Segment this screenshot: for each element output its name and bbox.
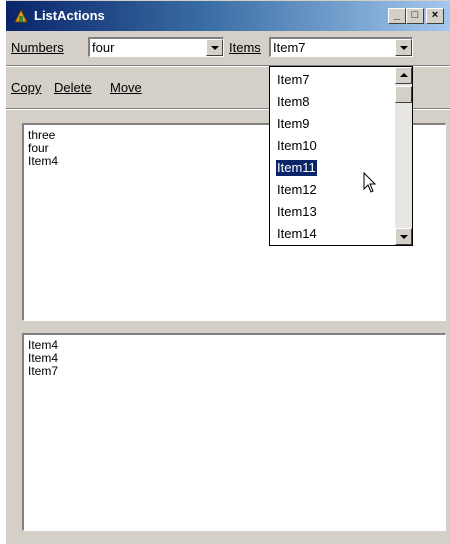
items-dropdown-list[interactable]: Item7 Item8 Item9 Item10 Item11 Item12 I… xyxy=(269,66,413,246)
items-label: Items xyxy=(229,40,261,55)
numbers-label-text: Numbers xyxy=(11,40,64,55)
list-item[interactable]: Item7 xyxy=(28,365,58,378)
dropdown-option-item12[interactable]: Item12 xyxy=(276,182,318,198)
app-icon xyxy=(14,8,28,23)
copy-button[interactable]: Copy xyxy=(11,80,41,95)
chevron-up-icon xyxy=(400,73,408,77)
bottom-listbox[interactable]: Item4 Item4 Item7 xyxy=(22,333,446,531)
chevron-down-icon xyxy=(400,46,408,50)
items-combobox-value: Item7 xyxy=(273,40,306,55)
delete-label: Delete xyxy=(54,80,92,95)
app-window: ListActions _ □ × Numbers four Items Ite… xyxy=(5,0,450,544)
dropdown-option-item9[interactable]: Item9 xyxy=(276,116,311,132)
items-combobox[interactable]: Item7 xyxy=(269,37,413,57)
numbers-combobox-value: four xyxy=(92,40,115,55)
dropdown-option-item14[interactable]: Item14 xyxy=(276,226,318,242)
numbers-label: Numbers xyxy=(11,40,64,55)
dropdown-option-item8[interactable]: Item8 xyxy=(276,94,311,110)
numbers-dropdown-button[interactable] xyxy=(206,39,223,56)
dropdown-option-item11[interactable]: Item11 xyxy=(275,159,318,177)
copy-label: Copy xyxy=(11,80,42,95)
window-title: ListActions xyxy=(34,8,105,23)
items-label-text: Items xyxy=(229,40,261,55)
close-button[interactable]: × xyxy=(426,8,444,24)
maximize-button[interactable]: □ xyxy=(406,8,424,24)
dropdown-option-item10[interactable]: Item10 xyxy=(276,138,318,154)
chevron-down-icon xyxy=(400,235,408,239)
move-label: Move xyxy=(110,80,142,95)
scroll-thumb[interactable] xyxy=(395,86,412,103)
delete-button[interactable]: Delete xyxy=(54,80,92,95)
move-button[interactable]: Move xyxy=(110,80,142,95)
chevron-down-icon xyxy=(211,46,219,50)
dropdown-option-item7[interactable]: Item7 xyxy=(276,72,311,88)
scroll-up-button[interactable] xyxy=(395,67,412,84)
items-dropdown-button[interactable] xyxy=(395,39,412,56)
dropdown-option-item13[interactable]: Item13 xyxy=(276,204,318,220)
dropdown-scrollbar[interactable] xyxy=(395,67,412,245)
minimize-button[interactable]: _ xyxy=(388,8,406,24)
scroll-down-button[interactable] xyxy=(395,228,412,245)
list-item[interactable]: Item4 xyxy=(28,155,58,168)
mouse-pointer-icon xyxy=(363,172,377,193)
numbers-combobox[interactable]: four xyxy=(88,37,224,57)
title-bar[interactable]: ListActions _ □ × xyxy=(6,1,450,31)
